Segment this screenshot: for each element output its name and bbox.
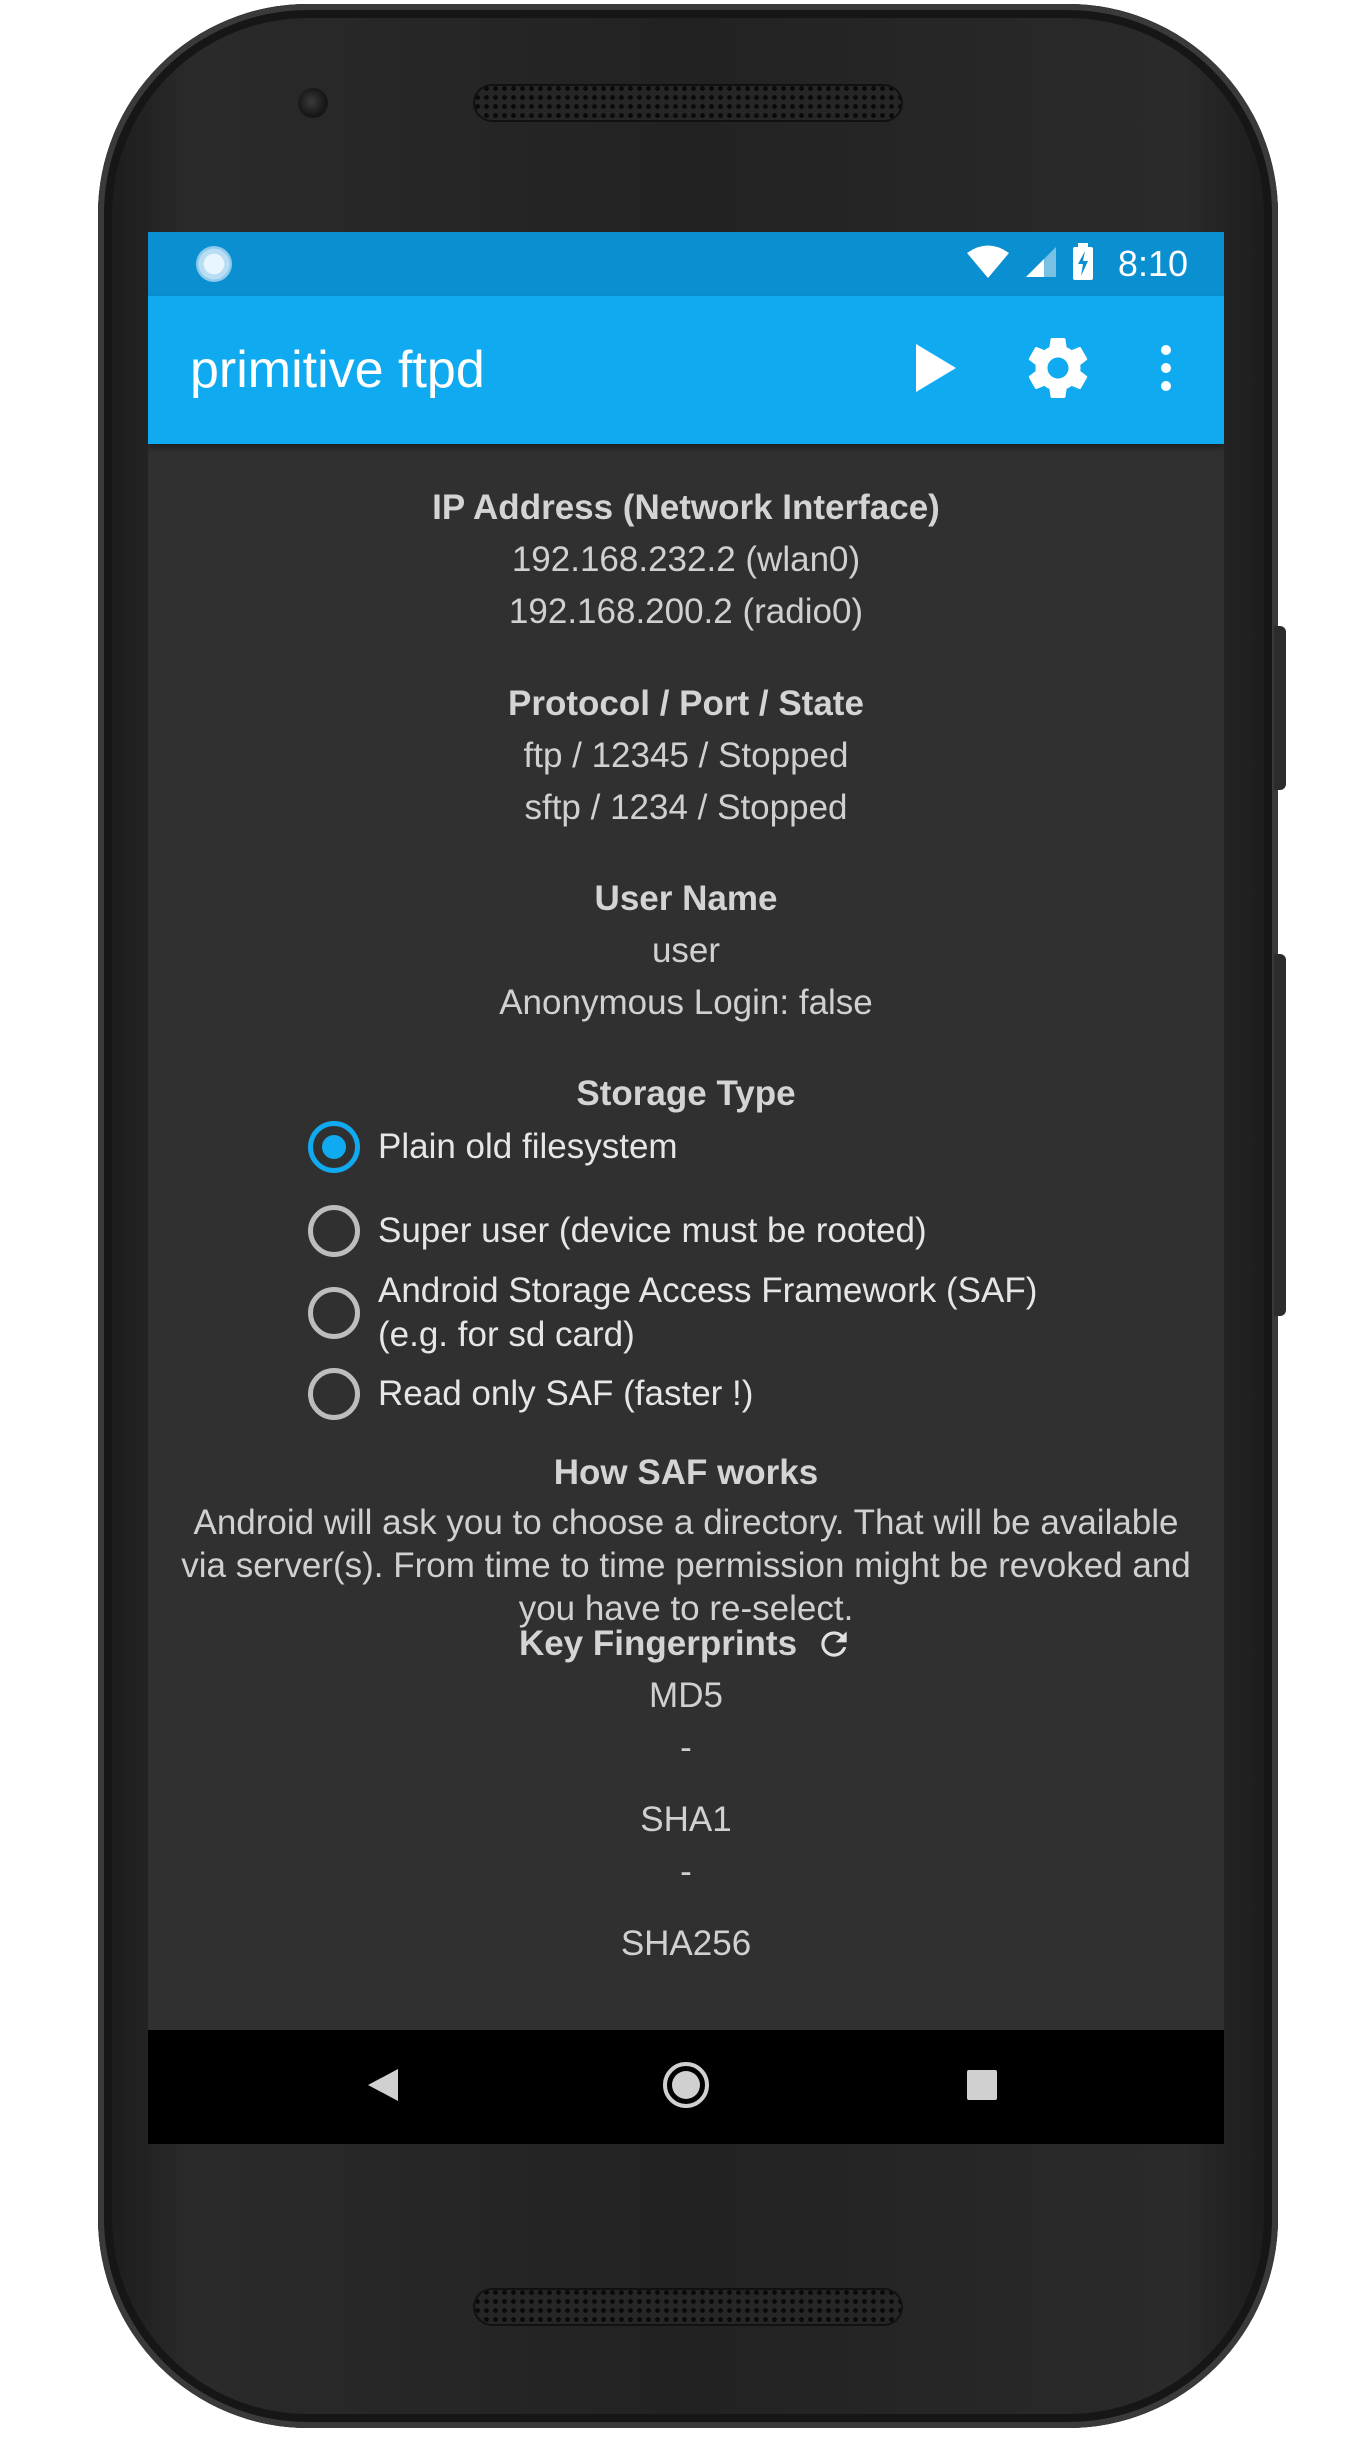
refresh-icon[interactable] [815, 1625, 853, 1663]
more-vert-icon [1160, 344, 1172, 396]
protocol-heading: Protocol / Port / State [508, 684, 864, 723]
storage-option-readonly-saf[interactable]: Read only SAF (faster !) [308, 1368, 753, 1420]
md5-label: MD5 [649, 1676, 723, 1715]
storage-option-plain[interactable]: Plain old filesystem [308, 1121, 678, 1173]
home-icon [661, 2060, 711, 2114]
saf-description-line: via server(s). From time to time permiss… [181, 1546, 1191, 1585]
sha256-label: SHA256 [620, 1924, 752, 1963]
sha1-value: - [680, 1852, 692, 1891]
fingerprints-heading: Key Fingerprints [518, 1624, 798, 1663]
play-icon [914, 342, 958, 398]
storage-option-label: Android Storage Access Framework (SAF) (… [378, 1269, 1037, 1357]
back-icon [366, 2067, 400, 2107]
screen: 8:10 primitive ftpd IP Address (Network … [148, 232, 1224, 2144]
navigation-bar [148, 2030, 1224, 2144]
bottom-speaker [473, 2288, 903, 2326]
status-time: 8:10 [1117, 243, 1188, 284]
saf-description-line: Android will ask you to choose a directo… [193, 1503, 1179, 1542]
radio-button[interactable] [308, 1205, 360, 1257]
anonymous-login-value: Anonymous Login: false [499, 983, 873, 1022]
app-title: primitive ftpd [190, 341, 485, 399]
wifi-icon [966, 245, 1010, 283]
ip-line: 192.168.232.2 (wlan0) [511, 540, 861, 579]
earpiece-speaker [473, 84, 903, 122]
saf-heading: How SAF works [553, 1453, 819, 1492]
ip-heading: IP Address (Network Interface) [432, 488, 940, 527]
start-server-button[interactable] [888, 322, 984, 418]
recents-button[interactable] [922, 2030, 1042, 2144]
ip-line: 192.168.200.2 (radio0) [508, 592, 864, 631]
storage-option-superuser[interactable]: Super user (device must be rooted) [308, 1205, 927, 1257]
user-name-value: user [651, 931, 721, 970]
protocol-line: ftp / 12345 / Stopped [523, 736, 849, 775]
home-button[interactable] [626, 2030, 746, 2144]
recents-icon [966, 2069, 998, 2105]
app-bar: primitive ftpd [148, 296, 1224, 444]
storage-option-label-line1: Android Storage Access Framework (SAF) [378, 1271, 1038, 1310]
radio-button[interactable] [308, 1287, 360, 1339]
radio-button[interactable] [308, 1368, 360, 1420]
sha1-label: SHA1 [640, 1800, 732, 1839]
settings-button[interactable] [1010, 322, 1106, 418]
protocol-line: sftp / 1234 / Stopped [524, 788, 848, 827]
storage-heading: Storage Type [576, 1074, 796, 1113]
saf-description: Android will ask you to choose a directo… [148, 1501, 1224, 1630]
storage-option-label: Read only SAF (faster !) [378, 1374, 754, 1413]
storage-option-label: Super user (device must be rooted) [378, 1211, 927, 1250]
power-button [1274, 626, 1286, 790]
notification-icon [196, 246, 232, 282]
front-camera [298, 88, 328, 118]
md5-value: - [680, 1728, 692, 1767]
storage-option-saf[interactable]: Android Storage Access Framework (SAF) (… [308, 1269, 1037, 1357]
status-bar: 8:10 [148, 232, 1224, 296]
gear-icon [1022, 332, 1094, 408]
status-icons: 8:10 [966, 232, 1188, 296]
volume-button [1274, 954, 1286, 1316]
radio-button-checked[interactable] [308, 1121, 360, 1173]
server-info-content: IP Address (Network Interface) 192.168.2… [148, 444, 1224, 2030]
fingerprints-heading-row: Key Fingerprints [148, 1624, 1224, 1664]
storage-option-label-line2: (e.g. for sd card) [378, 1315, 635, 1354]
storage-option-label: Plain old filesystem [378, 1127, 678, 1166]
battery-charging-icon [1072, 243, 1094, 285]
user-heading: User Name [594, 879, 778, 918]
overflow-menu-button[interactable] [1118, 322, 1214, 418]
signal-icon [1024, 245, 1058, 283]
back-button[interactable] [323, 2030, 443, 2144]
